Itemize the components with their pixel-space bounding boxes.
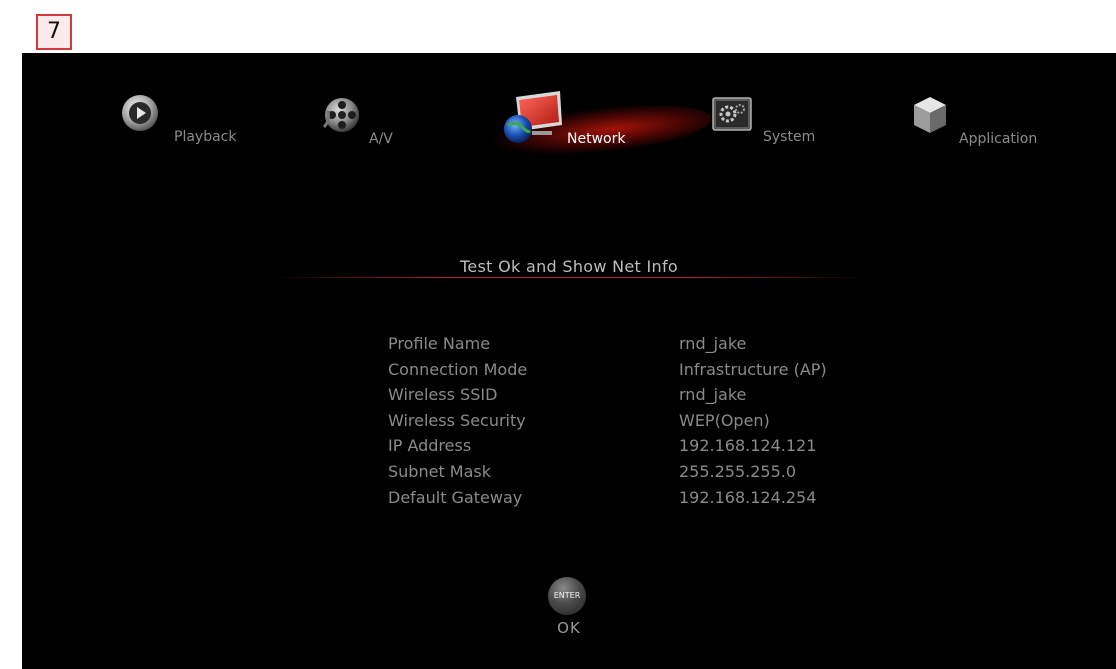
- ok-caption: OK: [557, 619, 581, 637]
- info-label: Connection Mode: [388, 359, 528, 379]
- info-row: IP Address 192.168.124.121: [388, 436, 908, 462]
- page: 7 Playback A/V Network System Applicatio…: [0, 0, 1116, 669]
- network-globe-icon: [504, 91, 562, 143]
- info-value: rnd_jake: [679, 334, 747, 353]
- info-value: WEP(Open): [679, 410, 770, 430]
- info-value: 192.168.124.121: [679, 436, 817, 456]
- enter-button[interactable]: ENTER: [548, 577, 586, 615]
- info-value: rnd_jake: [679, 385, 747, 405]
- info-row: Profile Name rnd_jake: [388, 334, 908, 360]
- info-label: Subnet Mask: [388, 461, 492, 481]
- info-value: 255.255.255.0: [679, 461, 797, 481]
- info-row: Wireless Security WEP(Open): [388, 411, 908, 437]
- menu-label-application: Application: [959, 131, 1038, 147]
- title-divider: [272, 277, 867, 278]
- application-cube-icon: [914, 97, 946, 133]
- info-label: Wireless SSID: [388, 385, 498, 405]
- info-row: Default Gateway 192.168.124.254: [388, 488, 908, 514]
- menu-label-av: A/V: [369, 131, 393, 147]
- step-number-badge: 7: [36, 14, 72, 50]
- info-label: Profile Name: [388, 334, 491, 353]
- info-value: Infrastructure (AP): [679, 359, 827, 379]
- settings-screen: Playback A/V Network System Application …: [22, 53, 1116, 669]
- system-gear-icon: [712, 97, 752, 131]
- info-row: Subnet Mask 255.255.255.0: [388, 462, 908, 488]
- playback-icon: [122, 95, 158, 131]
- info-label: Wireless Security: [388, 410, 526, 430]
- av-film-reel-icon: [322, 98, 359, 132]
- info-row: Wireless SSID rnd_jake: [388, 385, 908, 411]
- info-label: Default Gateway: [388, 487, 523, 507]
- menu-label-playback: Playback: [174, 129, 237, 145]
- menu-label-network: Network: [567, 131, 626, 147]
- info-row: Connection Mode Infrastructure (AP): [388, 360, 908, 386]
- info-label: IP Address: [388, 436, 472, 456]
- menu-label-system: System: [763, 129, 816, 145]
- info-value: 192.168.124.254: [679, 487, 817, 507]
- net-info-table: Profile Name rnd_jake Connection Mode In…: [388, 334, 908, 513]
- dialog-title: Test Ok and Show Net Info: [460, 257, 678, 276]
